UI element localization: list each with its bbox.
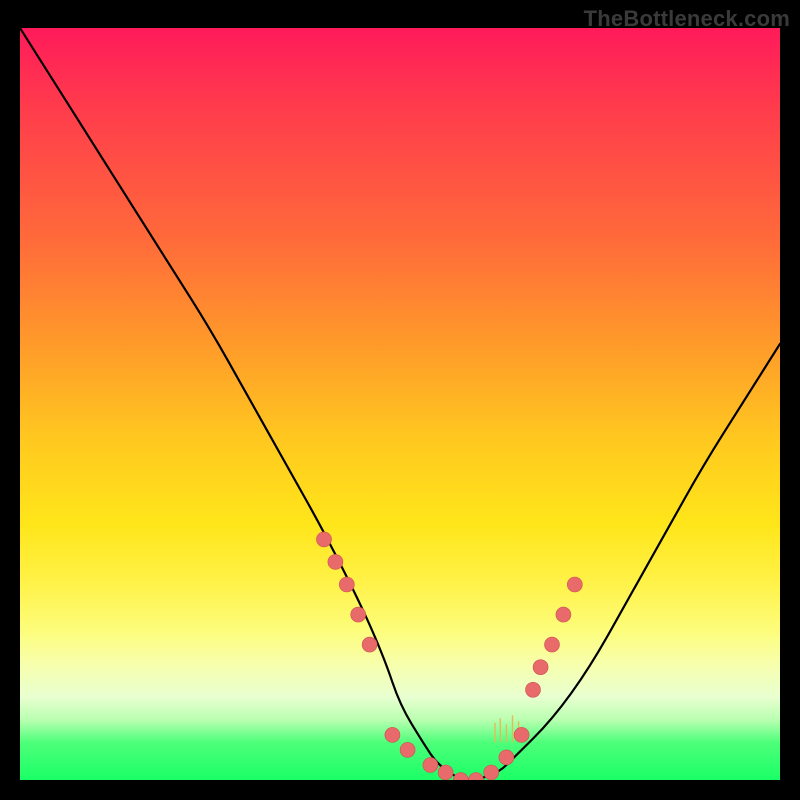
marker-dot xyxy=(567,577,582,592)
marker-dot xyxy=(499,750,514,765)
marker-dot xyxy=(556,607,571,622)
marker-dot xyxy=(339,577,354,592)
marker-dot xyxy=(533,660,548,675)
marker-dot xyxy=(351,607,366,622)
marker-dot xyxy=(484,765,499,780)
marker-dot xyxy=(317,532,332,547)
marker-dot xyxy=(453,773,468,781)
marker-dot xyxy=(438,765,453,780)
marker-dot xyxy=(400,742,415,757)
plot-area xyxy=(20,28,780,780)
marker-dot xyxy=(545,637,560,652)
marker-dot xyxy=(328,554,343,569)
chart-frame: TheBottleneck.com xyxy=(0,0,800,800)
marker-dot xyxy=(385,727,400,742)
marker-dot xyxy=(514,727,529,742)
dot-group xyxy=(317,532,583,780)
marker-dot xyxy=(526,682,541,697)
marker-dot xyxy=(469,773,484,781)
bottleneck-curve-path xyxy=(20,28,780,780)
curve-svg xyxy=(20,28,780,780)
marker-dot xyxy=(362,637,377,652)
marker-dot xyxy=(423,758,438,773)
